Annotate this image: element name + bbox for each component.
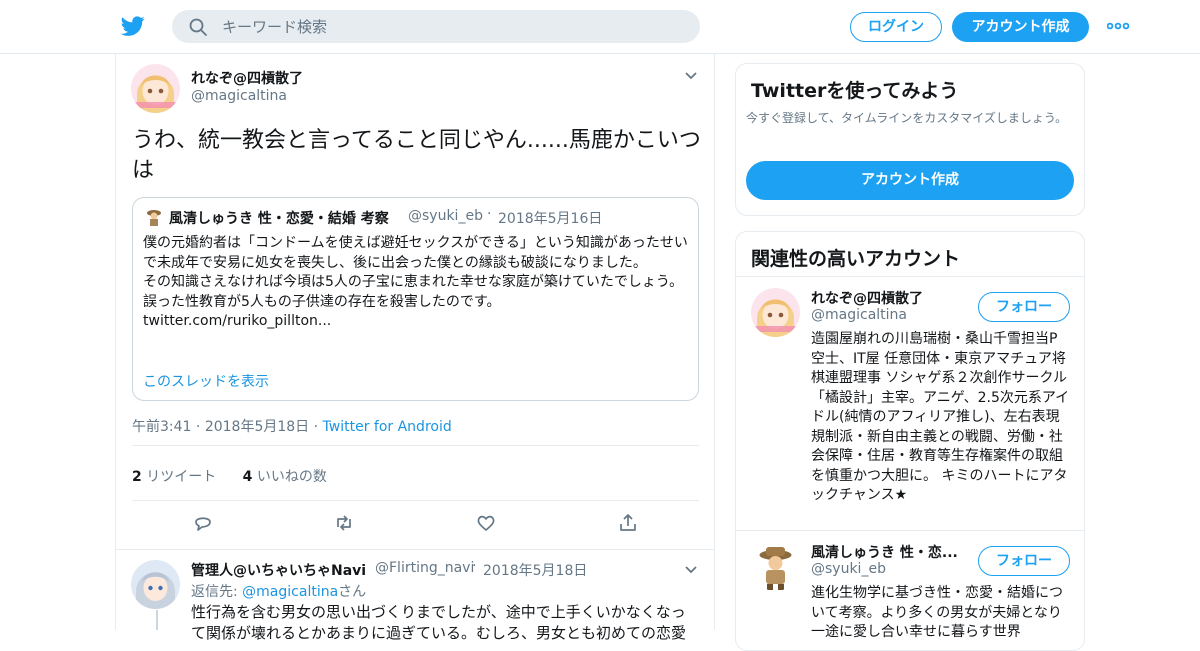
tweet-text: うわ、統一教会と言ってること同じやん......馬鹿かこいつは	[132, 128, 701, 183]
search-input[interactable]	[222, 10, 682, 43]
reply-separator: ·	[472, 558, 477, 574]
related-account-bio: 進化生物学に基づき性・恋愛・結婚について考察。より多くの男女が夫婦となり一途に愛…	[811, 585, 1063, 640]
quote-text: 僕の元婚約者は「コンドームを使えば避妊セックスができる」という知識があったせいで…	[143, 235, 688, 329]
signup-card-title: Twitterを使ってみよう	[751, 80, 959, 102]
quoted-tweet[interactable]: 風清しゅうき 性・恋愛・結婚 考察 @syuki_eb · 2018年5月16日…	[132, 197, 699, 401]
follow-button[interactable]: フォロー	[978, 546, 1070, 576]
search-icon	[189, 18, 207, 36]
reply-author-name[interactable]: 管理人@いちゃいちゃNavi	[191, 560, 366, 580]
chevron-down-icon[interactable]	[684, 71, 698, 81]
related-account-handle[interactable]: @magicaltina	[811, 307, 907, 323]
tweet-source-link[interactable]: Twitter for Android	[323, 419, 452, 435]
avatar	[144, 207, 164, 227]
retweet-count: 2	[132, 469, 142, 485]
reply-to-prefix: 返信先:	[191, 584, 243, 600]
related-accounts-card: 関連性の高いアカウント れなぞ@四槓散了 @magicaltina フォロー 造…	[735, 231, 1085, 651]
reply-icon[interactable]	[192, 512, 214, 534]
divider	[116, 549, 714, 550]
anime-girl-avatar-icon	[751, 288, 800, 337]
reply-text: 性行為を含む男女の思い出づくりまでしたが、途中で上手くいかなくなって関係が壊れる…	[191, 603, 687, 642]
thread-line	[156, 610, 158, 630]
like-heart-icon[interactable]	[475, 512, 497, 534]
search-box[interactable]	[172, 10, 700, 43]
author-name[interactable]: れなぞ@四槓散了	[191, 68, 303, 88]
divider	[132, 500, 699, 501]
share-icon[interactable]	[617, 512, 639, 534]
explorer-avatar-icon	[751, 542, 800, 591]
quote-author-handle: @syuki_eb	[408, 208, 483, 224]
retweet-icon[interactable]	[333, 512, 355, 534]
author-handle[interactable]: @magicaltina	[191, 88, 287, 104]
avatar[interactable]	[751, 542, 800, 591]
avatar[interactable]	[131, 560, 180, 609]
tweet-time: 午前3:41	[132, 419, 192, 435]
divider	[736, 276, 1084, 277]
quote-author-name: 風清しゅうき 性・恋愛・結婚 考察	[169, 211, 389, 227]
signup-card-subtitle: 今すぐ登録して、タイムラインをカスタマイズしましょう。	[746, 111, 1068, 125]
twitter-bird-icon[interactable]	[120, 14, 146, 38]
meta-separator: ·	[313, 419, 323, 435]
related-account-name[interactable]: 風清しゅうき 性・恋...	[811, 542, 958, 562]
quote-date: 2018年5月16日	[498, 211, 603, 227]
show-thread-link[interactable]: このスレッドを表示	[143, 371, 269, 391]
avatar[interactable]	[131, 64, 180, 113]
retweet-label: リツイート	[146, 469, 217, 485]
tweet-stats: 2 リツイート 4 いいねの数	[132, 466, 327, 486]
signup-card-button[interactable]: アカウント作成	[746, 161, 1074, 200]
login-button[interactable]: ログイン	[850, 12, 942, 42]
chevron-down-icon[interactable]	[684, 565, 698, 575]
signup-card: Twitterを使ってみよう 今すぐ登録して、タイムラインをカスタマイズしましょ…	[735, 63, 1085, 216]
avatar[interactable]	[751, 288, 800, 337]
reply-to-line: 返信先: @magicaltinaさん	[191, 581, 366, 601]
tweet-metadata: 午前3:41 · 2018年5月18日 · Twitter for Androi…	[132, 416, 452, 436]
related-accounts-title: 関連性の高いアカウント	[751, 248, 961, 270]
follow-button[interactable]: フォロー	[978, 292, 1070, 322]
reply-to-suffix: さん	[338, 584, 367, 600]
like-label: いいねの数	[256, 469, 327, 485]
quote-separator: ·	[487, 206, 492, 222]
related-account-handle[interactable]: @syuki_eb	[811, 561, 886, 577]
like-count: 4	[242, 469, 253, 485]
like-stat[interactable]: 4 いいねの数	[243, 469, 327, 485]
signup-button[interactable]: アカウント作成	[952, 12, 1089, 42]
top-navigation-bar: ログイン アカウント作成	[0, 0, 1200, 54]
divider	[736, 530, 1084, 531]
retweet-stat[interactable]: 2 リツイート	[132, 469, 216, 485]
more-dots-icon[interactable]	[1107, 22, 1129, 30]
related-account-bio: 造園屋崩れの川島瑞樹・桑山千雪担当P空士、IT屋 任意団体・東京アマチュア将棋連…	[811, 331, 1070, 503]
reply-author-handle[interactable]: @Flirting_navi	[375, 560, 474, 576]
explorer-avatar-icon	[144, 207, 164, 227]
anime-girl-avatar-icon	[131, 64, 180, 113]
related-account-name[interactable]: れなぞ@四槓散了	[811, 288, 923, 308]
reply-to-handle[interactable]: @magicaltina	[242, 584, 338, 600]
tweet-column: れなぞ@四槓散了 @magicaltina うわ、統一教会と言ってること同じやん…	[115, 54, 715, 642]
tweet-actions	[132, 512, 699, 538]
meta-separator: ·	[195, 419, 205, 435]
anime-girl-silver-avatar-icon	[131, 560, 180, 609]
divider	[132, 445, 699, 446]
tweet-date: 2018年5月18日	[204, 419, 310, 435]
reply-date: 2018年5月18日	[483, 563, 588, 579]
